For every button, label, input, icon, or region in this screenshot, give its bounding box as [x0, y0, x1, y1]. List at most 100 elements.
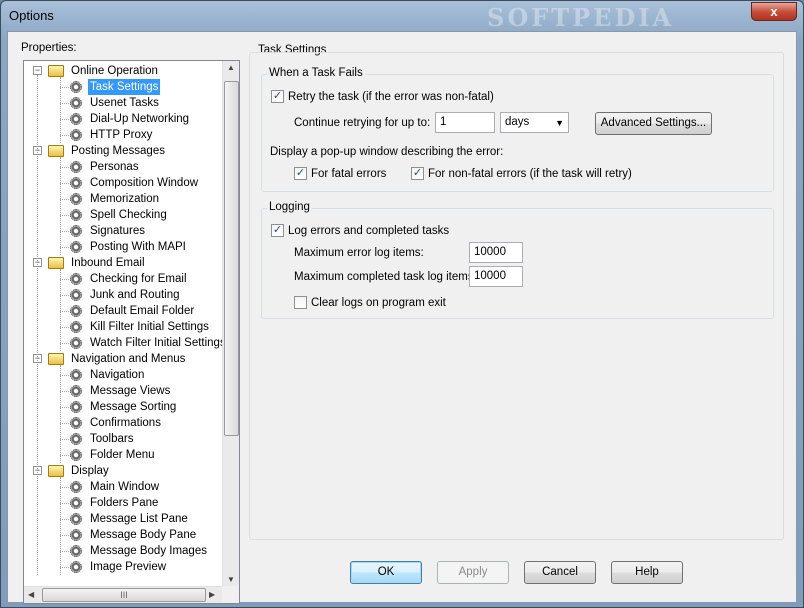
- tree-connector: [60, 343, 69, 344]
- tree-node-label: Kill Filter Initial Settings: [90, 321, 209, 333]
- close-button[interactable]: x: [751, 2, 797, 21]
- log-errors-option[interactable]: ✓ Log errors and completed tasks: [271, 224, 449, 237]
- tree-node-label: Navigation: [90, 369, 145, 381]
- tree-item-node[interactable]: Message List Pane: [70, 511, 190, 527]
- tree-node-label: Inbound Email: [71, 257, 145, 269]
- when-task-fails-title: When a Task Fails: [267, 67, 365, 79]
- tree-item-node[interactable]: Composition Window: [70, 175, 200, 191]
- tree-item-node[interactable]: Kill Filter Initial Settings: [70, 319, 211, 335]
- tree-item-node[interactable]: Image Preview: [70, 559, 168, 575]
- scroll-down-arrow-icon[interactable]: ▼: [227, 575, 235, 584]
- window-title: Options: [9, 8, 54, 23]
- fatal-errors-option[interactable]: ✓ For fatal errors: [294, 167, 386, 180]
- gear-icon: [70, 305, 82, 317]
- tree-horizontal-scrollbar[interactable]: ◀ III ▶: [24, 586, 222, 603]
- tree-connector: [60, 295, 69, 296]
- tree-item-node[interactable]: Dial-Up Networking: [70, 111, 191, 127]
- fatal-errors-checkbox[interactable]: ✓: [294, 167, 307, 180]
- tree-item-node[interactable]: Folder Menu: [70, 447, 157, 463]
- tree-folder-node[interactable]: − Online Operation: [33, 63, 160, 79]
- tree-node-label: Composition Window: [90, 177, 199, 189]
- tree-item-node[interactable]: Navigation: [70, 367, 146, 383]
- tree-vertical-scrollbar[interactable]: ▲ ▼: [222, 61, 239, 588]
- help-button[interactable]: Help: [611, 561, 683, 584]
- tree-folder-node[interactable]: − Display: [33, 463, 111, 479]
- max-error-log-input[interactable]: 10000: [469, 242, 523, 263]
- tree-connector: [60, 87, 69, 88]
- tree-connector: [60, 269, 61, 351]
- tree-connector: [60, 439, 69, 440]
- tree-item-node[interactable]: Watch Filter Initial Settings: [70, 335, 228, 351]
- tree-connector: [60, 365, 61, 463]
- tree-connector: [60, 119, 69, 120]
- tree-node-label: Navigation and Menus: [71, 353, 186, 365]
- tree-node-label: Signatures: [90, 225, 145, 237]
- tree-item-node[interactable]: Main Window: [70, 479, 161, 495]
- horizontal-scroll-thumb[interactable]: III: [42, 588, 206, 602]
- tree-item-node[interactable]: Folders Pane: [70, 495, 160, 511]
- scroll-up-arrow-icon[interactable]: ▲: [227, 63, 235, 72]
- tree-connector: [60, 519, 69, 520]
- tree-folder-node[interactable]: − Inbound Email: [33, 255, 147, 271]
- retry-task-option[interactable]: ✓ Retry the task (if the error was non-f…: [271, 90, 494, 103]
- gear-icon: [70, 401, 82, 413]
- tree-item-node[interactable]: Default Email Folder: [70, 303, 196, 319]
- fatal-errors-label: For fatal errors: [311, 167, 387, 180]
- title-bar[interactable]: Options SOFTPEDIA x: [1, 1, 803, 32]
- tree-node-label: Display: [71, 465, 109, 477]
- tree-item-node[interactable]: Message Body Pane: [70, 527, 198, 543]
- tree-node-label: Checking for Email: [90, 273, 187, 285]
- logging-title: Logging: [267, 201, 312, 213]
- collapse-icon[interactable]: −: [33, 66, 42, 75]
- tree-item-node[interactable]: Message Sorting: [70, 399, 178, 415]
- tree-connector: [60, 535, 69, 536]
- tree-item-node[interactable]: HTTP Proxy: [70, 127, 154, 143]
- apply-button[interactable]: Apply: [437, 561, 509, 584]
- gear-icon: [70, 385, 82, 397]
- tree-item-node[interactable]: Task Settings: [70, 79, 161, 95]
- tree-item-node[interactable]: Posting With MAPI: [70, 239, 188, 255]
- tree-connector: [60, 135, 69, 136]
- retry-task-checkbox[interactable]: ✓: [271, 90, 284, 103]
- scroll-left-arrow-icon[interactable]: ◀: [28, 590, 34, 599]
- tree-item-node[interactable]: Personas: [70, 159, 141, 175]
- nonfatal-errors-option[interactable]: ✓ For non-fatal errors (if the task will…: [411, 167, 632, 180]
- tree-folder-node[interactable]: − Navigation and Menus: [33, 351, 187, 367]
- tree-connector: [60, 199, 69, 200]
- tree-connector: [60, 487, 69, 488]
- tree-item-node[interactable]: Message Body Images: [70, 543, 209, 559]
- tree-node-label: HTTP Proxy: [90, 129, 153, 141]
- tree-item-node[interactable]: Confirmations: [70, 415, 163, 431]
- max-completed-log-input[interactable]: 10000: [469, 266, 523, 287]
- gear-icon: [70, 417, 82, 429]
- properties-tree[interactable]: − Online Operation Task Settings Usenet Tas…: [23, 60, 240, 604]
- retry-unit-select[interactable]: days ▼: [500, 112, 569, 133]
- tree-item-node[interactable]: Usenet Tasks: [70, 95, 161, 111]
- tree-item-node[interactable]: Signatures: [70, 223, 147, 239]
- tree-folder-node[interactable]: − Posting Messages: [33, 143, 167, 159]
- advanced-settings-button[interactable]: Advanced Settings...: [595, 112, 712, 135]
- scroll-right-arrow-icon[interactable]: ▶: [209, 590, 215, 599]
- ok-button[interactable]: OK: [350, 561, 422, 584]
- gear-icon: [70, 513, 82, 525]
- clear-logs-option[interactable]: Clear logs on program exit: [294, 296, 446, 309]
- tree-item-node[interactable]: Message Views: [70, 383, 172, 399]
- retry-duration-input[interactable]: 1: [435, 112, 495, 133]
- tree-item-node[interactable]: Checking for Email: [70, 271, 189, 287]
- tree-node-label: Toolbars: [90, 433, 134, 445]
- vertical-scroll-thumb[interactable]: [224, 81, 239, 436]
- gear-icon: [70, 545, 82, 557]
- log-errors-checkbox[interactable]: ✓: [271, 224, 284, 237]
- tree-node-label: Dial-Up Networking: [90, 113, 190, 125]
- tree-item-node[interactable]: Junk and Routing: [70, 287, 182, 303]
- tree-node-label: Watch Filter Initial Settings: [90, 337, 226, 349]
- tree-item-node[interactable]: Memorization: [70, 191, 161, 207]
- gear-icon: [70, 225, 82, 237]
- tree-item-node[interactable]: Toolbars: [70, 431, 135, 447]
- tree-node-label: Main Window: [90, 481, 160, 493]
- nonfatal-errors-checkbox[interactable]: ✓: [411, 167, 424, 180]
- cancel-button[interactable]: Cancel: [524, 561, 596, 584]
- tree-connector: [60, 167, 69, 168]
- clear-logs-checkbox[interactable]: [294, 296, 307, 309]
- tree-item-node[interactable]: Spell Checking: [70, 207, 169, 223]
